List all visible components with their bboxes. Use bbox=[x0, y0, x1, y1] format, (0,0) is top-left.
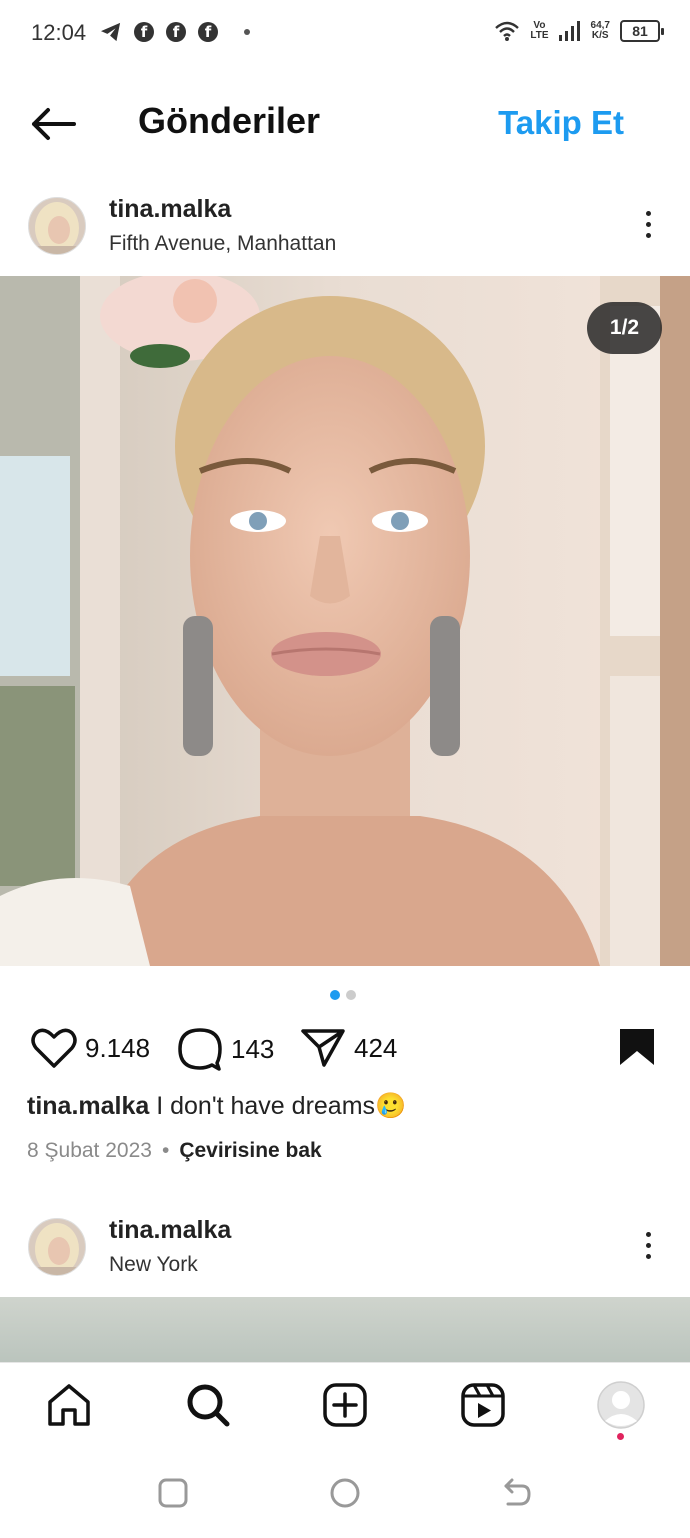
battery-indicator: 81 bbox=[620, 20, 664, 42]
avatar[interactable] bbox=[28, 1218, 86, 1276]
volte-indicator: Vo LTE bbox=[530, 21, 548, 41]
see-translation-link[interactable]: Çevirisine bak bbox=[179, 1139, 321, 1163]
network-speed: 64,7 K/S bbox=[591, 21, 610, 41]
page-title: Gönderiler bbox=[138, 100, 321, 141]
follow-button[interactable]: Takip Et bbox=[498, 104, 624, 142]
pagination-dot-active bbox=[330, 990, 340, 1000]
more-notifications-dot bbox=[244, 29, 250, 35]
carousel-pagination bbox=[330, 990, 356, 1000]
image-counter-badge: 1/2 bbox=[587, 302, 662, 354]
facebook-icon: f bbox=[134, 22, 154, 42]
comment-action[interactable]: 143 bbox=[177, 1027, 274, 1071]
comment-icon[interactable] bbox=[177, 1027, 223, 1071]
home-circle-icon[interactable] bbox=[329, 1477, 361, 1509]
post-meta: 8 Şubat 2023 • Çevirisine bak bbox=[27, 1139, 322, 1163]
portrait-photo bbox=[0, 276, 690, 966]
post-location[interactable]: New York bbox=[109, 1253, 198, 1277]
add-post-icon[interactable] bbox=[322, 1382, 368, 1428]
caption-text: I don't have dreams🥲 bbox=[156, 1092, 407, 1120]
share-action[interactable]: 424 bbox=[300, 1027, 397, 1069]
send-icon[interactable] bbox=[300, 1027, 346, 1069]
status-right: Vo LTE 64,7 K/S 81 bbox=[494, 20, 664, 42]
nav-search[interactable] bbox=[184, 1381, 232, 1429]
post-date: 8 Şubat 2023 bbox=[27, 1139, 152, 1162]
meta-separator: • bbox=[161, 1139, 170, 1162]
home-icon[interactable] bbox=[46, 1382, 92, 1428]
caption-username[interactable]: tina.malka bbox=[27, 1092, 149, 1120]
more-options-icon[interactable] bbox=[643, 211, 653, 238]
back-arrow-icon[interactable] bbox=[28, 104, 78, 144]
reels-icon[interactable] bbox=[460, 1382, 506, 1428]
facebook-icon: f bbox=[198, 22, 218, 42]
avatar-image bbox=[29, 198, 85, 254]
notification-icons: f f f bbox=[100, 22, 250, 42]
comments-count[interactable]: 143 bbox=[231, 1034, 274, 1065]
back-system-icon[interactable] bbox=[500, 1478, 532, 1508]
avatar-image bbox=[29, 1219, 85, 1275]
system-navigation-bar bbox=[0, 1450, 690, 1538]
wifi-icon bbox=[495, 21, 520, 41]
recent-apps-icon[interactable] bbox=[158, 1478, 188, 1508]
like-action[interactable]: 9.148 bbox=[31, 1027, 150, 1069]
telegram-icon bbox=[101, 22, 121, 42]
signal-icon bbox=[558, 21, 580, 41]
status-time: 12:04 bbox=[31, 20, 87, 45]
search-icon[interactable] bbox=[185, 1382, 231, 1428]
heart-icon[interactable] bbox=[31, 1027, 77, 1069]
notification-dot bbox=[617, 1433, 624, 1440]
facebook-icon: f bbox=[166, 22, 186, 42]
post-username[interactable]: tina.malka bbox=[109, 1216, 231, 1245]
post-caption: tina.malka I don't have dreams🥲 bbox=[27, 1092, 406, 1121]
nav-create[interactable] bbox=[321, 1381, 369, 1429]
shares-count[interactable]: 424 bbox=[354, 1033, 397, 1064]
bookmark-icon[interactable] bbox=[618, 1027, 656, 1067]
speed-unit: K/S bbox=[591, 30, 609, 41]
post-location[interactable]: Fifth Avenue, Manhattan bbox=[109, 232, 336, 256]
nav-home[interactable] bbox=[45, 1381, 93, 1429]
profile-avatar-icon[interactable] bbox=[597, 1381, 645, 1429]
avatar[interactable] bbox=[28, 197, 86, 255]
bottom-navigation bbox=[0, 1362, 690, 1449]
post-image[interactable] bbox=[0, 276, 690, 966]
likes-count[interactable]: 9.148 bbox=[85, 1033, 150, 1064]
nav-reels[interactable] bbox=[459, 1381, 507, 1429]
next-post-image[interactable] bbox=[0, 1297, 690, 1367]
pagination-dot bbox=[346, 990, 356, 1000]
post-username[interactable]: tina.malka bbox=[109, 195, 231, 224]
more-options-icon[interactable] bbox=[643, 1232, 653, 1259]
nav-profile[interactable] bbox=[597, 1381, 645, 1429]
volte-bottom: LTE bbox=[530, 30, 549, 41]
